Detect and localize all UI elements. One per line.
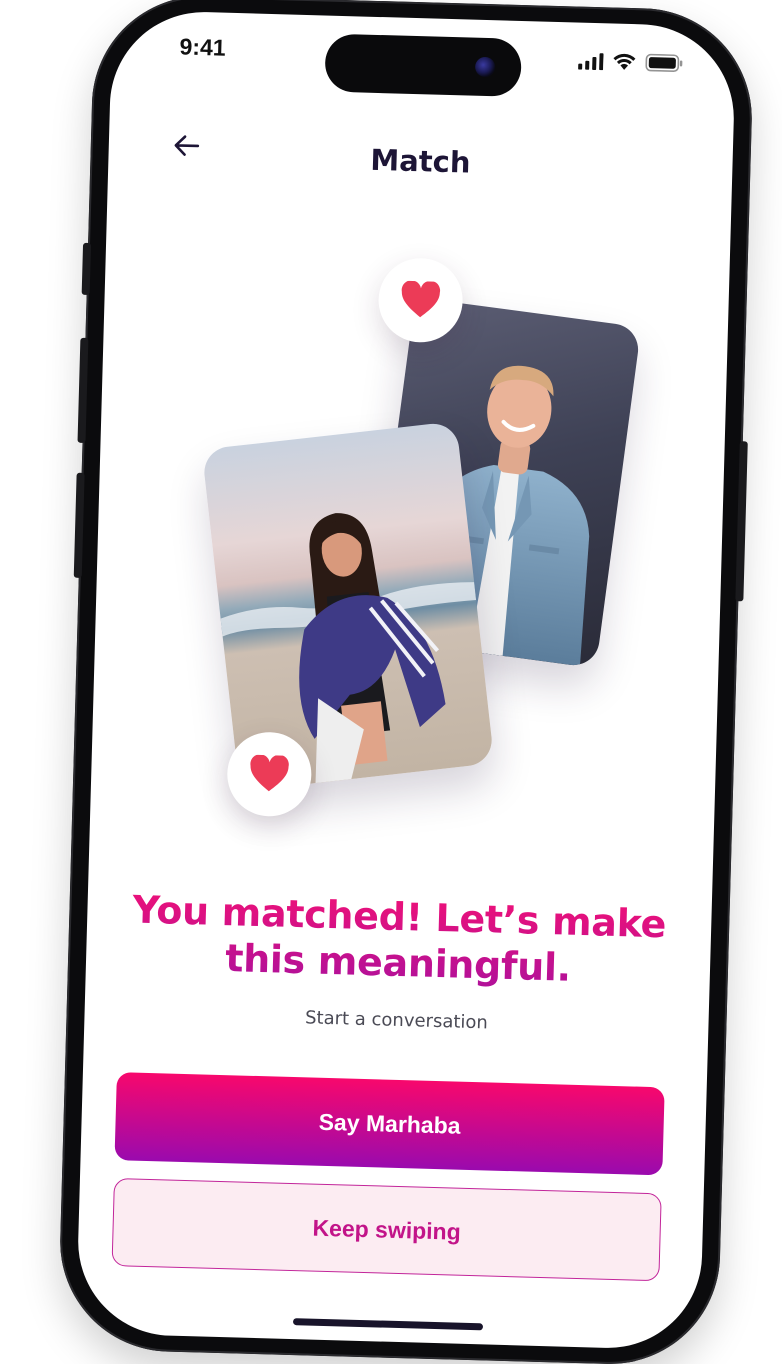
cellular-signal-icon [577, 51, 604, 74]
match-headline: You matched! Let’s make this meaningful. [116, 886, 682, 994]
dynamic-island [324, 33, 522, 97]
keep-swiping-button[interactable]: Keep swiping [111, 1178, 662, 1282]
heart-icon [401, 280, 441, 318]
home-indicator[interactable] [292, 1318, 484, 1331]
heart-badge-bottom [226, 731, 313, 818]
stage: 9:41 Match You matched! Let’s make this … [0, 0, 782, 1364]
phone-mockup: 9:41 Match You matched! Let’s make this … [57, 0, 755, 1364]
page-title: Match [369, 142, 472, 180]
screen: 9:41 Match You matched! Let’s make this … [75, 9, 737, 1351]
status-icons [577, 51, 684, 77]
battery-icon [645, 53, 684, 76]
match-subtitle: Start a conversation [304, 1007, 489, 1034]
camera-icon [474, 56, 496, 78]
heart-icon [250, 754, 289, 792]
match-photo-woman [201, 421, 495, 792]
wifi-icon [611, 51, 638, 75]
status-time: 9:41 [179, 33, 226, 61]
action-button [81, 242, 92, 296]
say-marhaba-button[interactable]: Say Marhaba [114, 1072, 665, 1176]
